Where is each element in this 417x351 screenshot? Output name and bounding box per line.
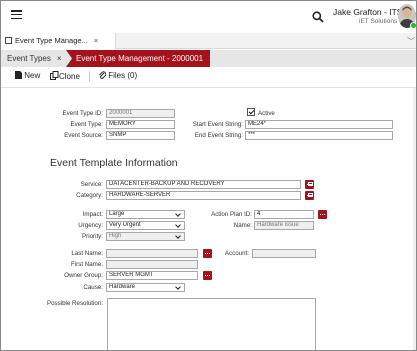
account-field xyxy=(252,249,316,258)
owner-group-lookup-button[interactable] xyxy=(203,271,212,280)
impact-select[interactable]: Large xyxy=(106,210,185,219)
possible-resolution-label: Possible Resolution: xyxy=(46,300,103,307)
start-event-string-label: Start Event String: xyxy=(192,121,243,128)
owner-group-field[interactable]: SERVER MGMT xyxy=(106,271,198,280)
search-icon[interactable] xyxy=(312,11,324,23)
first-name-label: First Name: xyxy=(71,261,103,268)
section-title: Event Template Information xyxy=(50,157,178,169)
action-plan-id-label: Action Plan ID: xyxy=(211,211,252,218)
action-plan-lookup-button[interactable] xyxy=(318,210,327,219)
end-event-string-field[interactable]: *** xyxy=(245,131,393,140)
active-label: Active xyxy=(258,110,275,117)
clone-button[interactable]: Clone xyxy=(50,71,80,81)
toolbar: New Clone Files (0) xyxy=(1,69,416,85)
end-event-string-label: End Event String: xyxy=(194,132,243,139)
account-label: Account: xyxy=(224,250,249,257)
impact-label: Impact: xyxy=(82,211,103,218)
active-checkbox[interactable] xyxy=(247,108,255,116)
service-label: Service: xyxy=(80,181,103,188)
breadcrumb-label: Event Types xyxy=(7,54,51,63)
event-type-id-label: Event Type ID: xyxy=(62,110,103,117)
category-lookup-button[interactable] xyxy=(305,191,314,200)
breadcrumb-event-type-management[interactable]: Event Type Management - 2000001 × xyxy=(66,50,210,67)
priority-label: Priority: xyxy=(82,233,103,240)
document-tab[interactable]: Event Type Manage... × xyxy=(1,33,116,49)
urgency-select[interactable]: Very Urgent xyxy=(106,221,185,230)
first-name-field xyxy=(106,260,198,269)
close-icon[interactable]: × xyxy=(94,36,98,45)
last-name-label: Last Name: xyxy=(71,250,103,257)
document-tab-strip: Event Type Manage... × ﹀ xyxy=(1,33,416,49)
paperclip-icon xyxy=(99,71,107,79)
breadcrumb-event-types[interactable]: Event Types × xyxy=(1,50,68,67)
toolbar-divider xyxy=(1,87,416,88)
files-button[interactable]: Files (0) xyxy=(99,71,137,80)
top-bar: Jake Grafton - ITSM MGMT iET Solutions xyxy=(1,1,416,33)
clone-icon xyxy=(50,71,59,80)
event-source-label: Event Source: xyxy=(64,132,103,139)
cause-label: Cause: xyxy=(83,284,103,291)
event-type-id-field: 2000001 xyxy=(106,109,175,118)
online-status-indicator xyxy=(410,22,416,29)
name-field: Hardware issue xyxy=(254,221,314,230)
name-label: Name: xyxy=(233,222,252,229)
vertical-scrollbar[interactable] xyxy=(413,88,416,350)
owner-group-label: Owner Group: xyxy=(64,272,103,279)
cause-select[interactable]: Hardware xyxy=(106,283,185,292)
action-plan-id-field[interactable]: 4 xyxy=(254,210,314,219)
priority-select: High xyxy=(106,232,185,241)
user-organization: iET Solutions xyxy=(359,18,398,25)
event-type-label: Event Type: xyxy=(70,121,103,128)
service-lookup-button[interactable] xyxy=(305,180,314,189)
app-window: Jake Grafton - ITSM MGMT iET Solutions E… xyxy=(0,0,417,351)
service-field[interactable]: DATACENTER-BACKUP AND RECOVERY xyxy=(106,180,301,189)
document-tab-label: Event Type Manage... xyxy=(15,36,88,45)
chevron-down-icon[interactable]: ﹀ xyxy=(407,36,415,47)
toolbar-separator xyxy=(89,71,90,82)
start-event-string-field[interactable]: ME24* xyxy=(245,120,393,129)
urgency-label: Urgency: xyxy=(78,222,103,229)
category-label: Category: xyxy=(76,192,103,199)
close-icon[interactable]: × xyxy=(57,54,62,63)
last-name-field xyxy=(106,249,198,258)
new-document-icon xyxy=(15,71,22,79)
event-type-field[interactable]: MEMORY xyxy=(106,120,175,129)
breadcrumb: Event Types × Event Type Management - 200… xyxy=(1,50,416,67)
category-field[interactable]: HARDWARE-SERVER xyxy=(106,191,301,200)
form-icon xyxy=(5,37,12,44)
hamburger-menu-icon[interactable] xyxy=(11,10,22,20)
breadcrumb-label: Event Type Management - 2000001 xyxy=(76,54,204,63)
event-source-field[interactable]: SNMP xyxy=(106,131,175,140)
possible-resolution-textarea[interactable] xyxy=(107,298,316,350)
new-button[interactable]: New xyxy=(15,71,40,80)
close-icon[interactable]: × xyxy=(209,54,210,63)
